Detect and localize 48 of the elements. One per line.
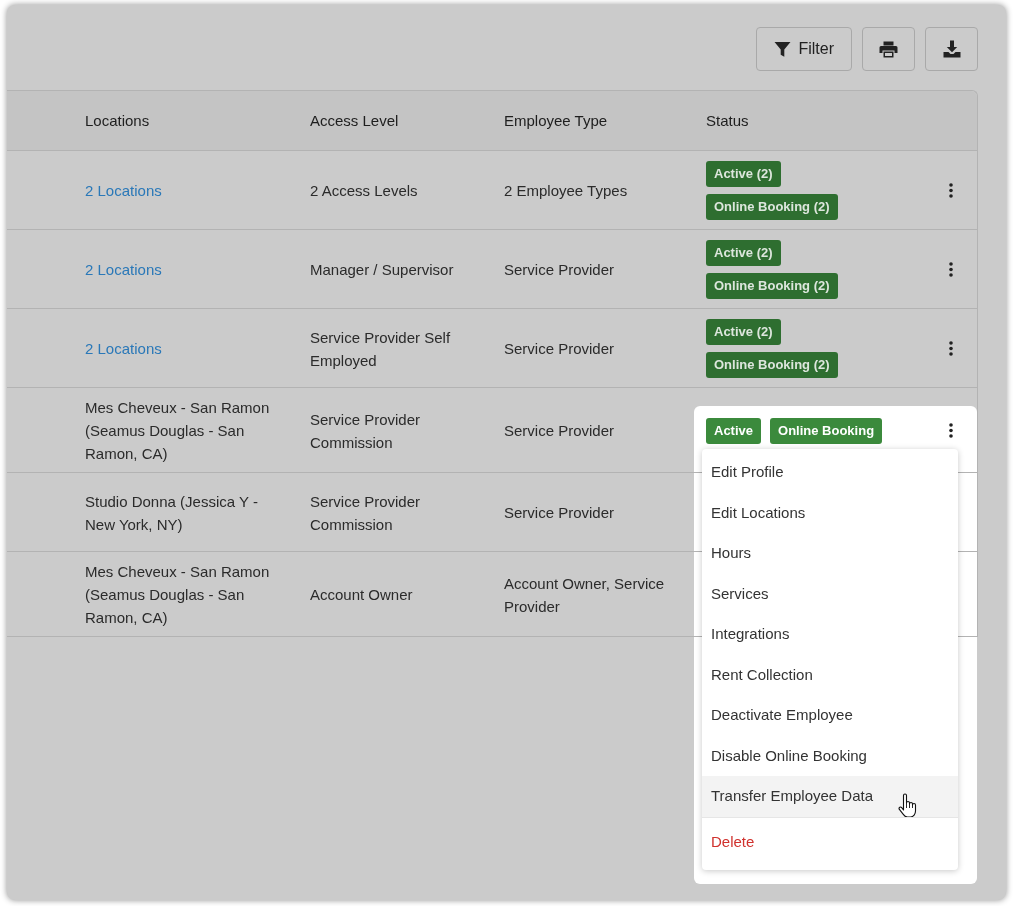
status-badge: Active (2) — [706, 161, 781, 187]
menu-item[interactable]: Integrations — [702, 614, 958, 655]
status-badge: Active (2) — [706, 319, 781, 345]
table-cell-text: Service Provider — [504, 260, 616, 280]
table-cell-text: 2 Employee Types — [504, 181, 629, 201]
menu-item[interactable]: Deactivate Employee — [702, 695, 958, 736]
table-cell-text: Service Provider Self Employed — [310, 327, 452, 371]
table-cell-text: 2 Access Levels — [310, 181, 419, 201]
status-badge: Active (2) — [706, 240, 781, 266]
table-cell-text: Service Provider Commission — [310, 491, 422, 535]
printer-icon — [879, 40, 898, 58]
status-badge: Online Booking (2) — [706, 194, 838, 220]
status-badge: Online Booking — [770, 417, 883, 444]
table-cell-text: Service Provider — [504, 503, 616, 523]
table-cell-text: Service Provider Commission — [310, 409, 422, 453]
download-icon — [942, 40, 961, 58]
menu-item[interactable]: Hours — [702, 533, 958, 574]
menu-item[interactable]: Disable Online Booking — [702, 735, 958, 776]
print-button[interactable] — [862, 27, 915, 71]
column-header: Status — [706, 111, 749, 129]
filter-button[interactable]: Filter — [756, 27, 852, 71]
menu-item[interactable]: Delete — [702, 816, 958, 867]
column-header: Locations — [85, 111, 150, 129]
menu-item[interactable]: Rent Collection — [702, 654, 958, 695]
status-badge: Online Booking (2) — [706, 273, 838, 299]
hand-cursor-icon — [898, 793, 917, 818]
menu-item[interactable]: Services — [702, 573, 958, 614]
menu-item[interactable]: Edit Profile — [702, 452, 958, 493]
table-cell-text: Mes Cheveux - San Ramon (Seamus Douglas - San Ramon, CA) — [85, 398, 271, 464]
status-badge: Active — [706, 417, 762, 444]
more-options-icon[interactable] — [949, 423, 953, 438]
table-cell-text: Manager / Supervisor — [310, 260, 455, 280]
column-header: Access Level — [310, 111, 399, 129]
more-options-icon[interactable] — [949, 183, 953, 198]
more-options-icon[interactable] — [949, 262, 953, 277]
table-cell-text: Studio Donna (Jessica Y - New York, NY) — [85, 491, 259, 535]
filter-icon — [774, 40, 792, 58]
table-cell-text: Mes Cheveux - San Ramon (Seamus Douglas - San Ramon, CA) — [85, 562, 271, 628]
download-button[interactable] — [925, 27, 978, 71]
status-badge: Online Booking (2) — [706, 352, 838, 378]
column-header: Employee Type — [504, 111, 608, 129]
table-cell-text: Account Owner, Service Provider — [504, 573, 666, 617]
more-options-icon[interactable] — [949, 341, 953, 356]
table-cell-text: Account Owner — [310, 585, 414, 605]
table-cell-text: Service Provider — [504, 339, 616, 359]
table-cell-text: Service Provider — [504, 421, 616, 441]
menu-item[interactable]: Transfer Employee Data — [702, 776, 958, 817]
menu-item[interactable]: Edit Locations — [702, 492, 958, 533]
